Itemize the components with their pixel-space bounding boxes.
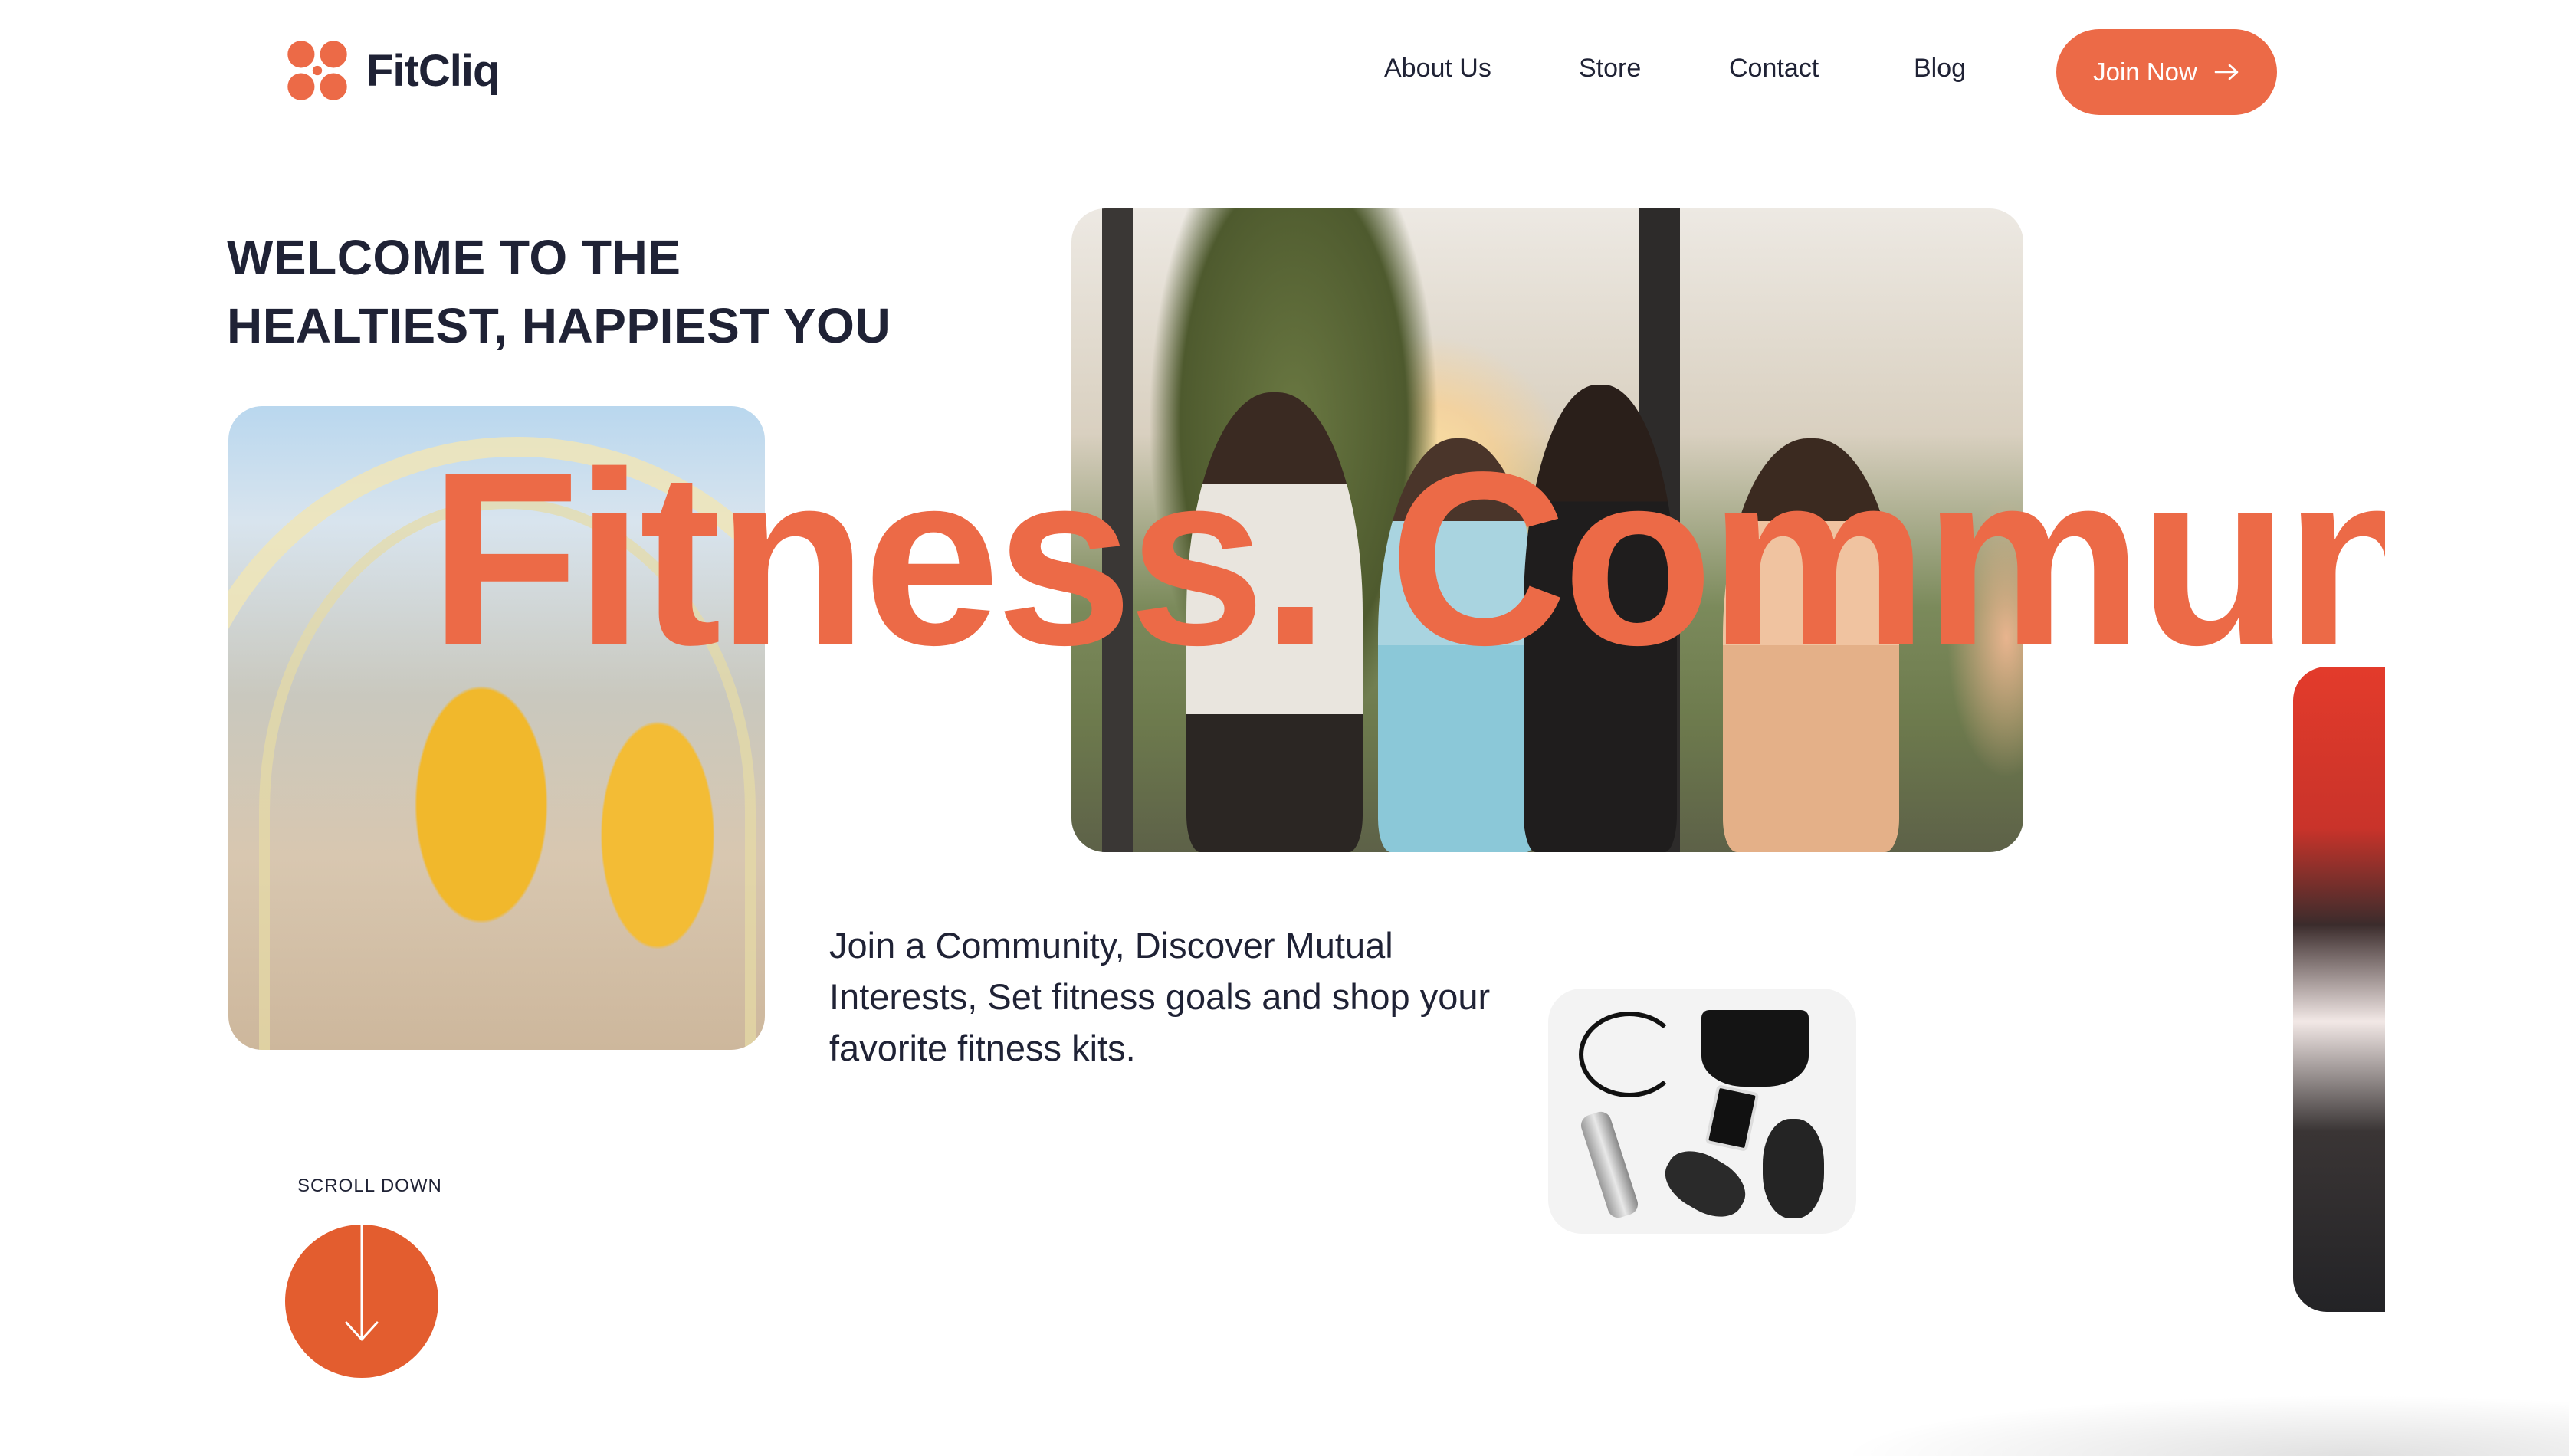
- marquee-text: Fitness. Communi: [429, 429, 2385, 697]
- scroll-down-button[interactable]: [285, 1225, 438, 1378]
- scroll-down-label: SCROLL DOWN: [297, 1176, 442, 1196]
- shoe-shape: [1763, 1119, 1824, 1218]
- phone-shape: [1704, 1084, 1760, 1152]
- nav-store[interactable]: Store: [1579, 54, 1641, 84]
- hero-tagline: Join a Community, Discover Mutual Intere…: [829, 925, 1491, 1068]
- hero-headline-line1: WELCOME TO THE: [227, 230, 681, 285]
- runner-image: [2293, 667, 2385, 1312]
- hero-headline: WELCOME TO THE HEALTIEST, HAPPIEST YOU: [227, 224, 891, 360]
- sports-bra-shape: [1701, 1010, 1809, 1087]
- shoe-shape: [1655, 1140, 1756, 1228]
- bottom-shadow: [1839, 1395, 2569, 1456]
- join-now-label: Join Now: [2093, 57, 2197, 86]
- jump-rope-shape: [1579, 1012, 1680, 1097]
- water-bottle-shape: [1578, 1109, 1641, 1221]
- arrow-right-icon: [2214, 64, 2239, 80]
- brand-name: FitCliq: [366, 45, 500, 96]
- brand-logo[interactable]: FitCliq: [284, 37, 500, 104]
- nav-about-us[interactable]: About Us: [1384, 54, 1491, 84]
- fitness-kit-image: [1548, 989, 1856, 1234]
- hero-headline-line2: HEALTIEST, HAPPIEST YOU: [227, 298, 891, 353]
- fitcliq-logo-icon: [287, 41, 347, 100]
- nav-contact[interactable]: Contact: [1729, 54, 1819, 84]
- marquee-container: Fitness. Communi: [0, 429, 2385, 705]
- join-now-button[interactable]: Join Now: [2056, 29, 2277, 115]
- arrow-down-icon: [345, 1225, 379, 1341]
- nav-blog[interactable]: Blog: [1914, 54, 1966, 84]
